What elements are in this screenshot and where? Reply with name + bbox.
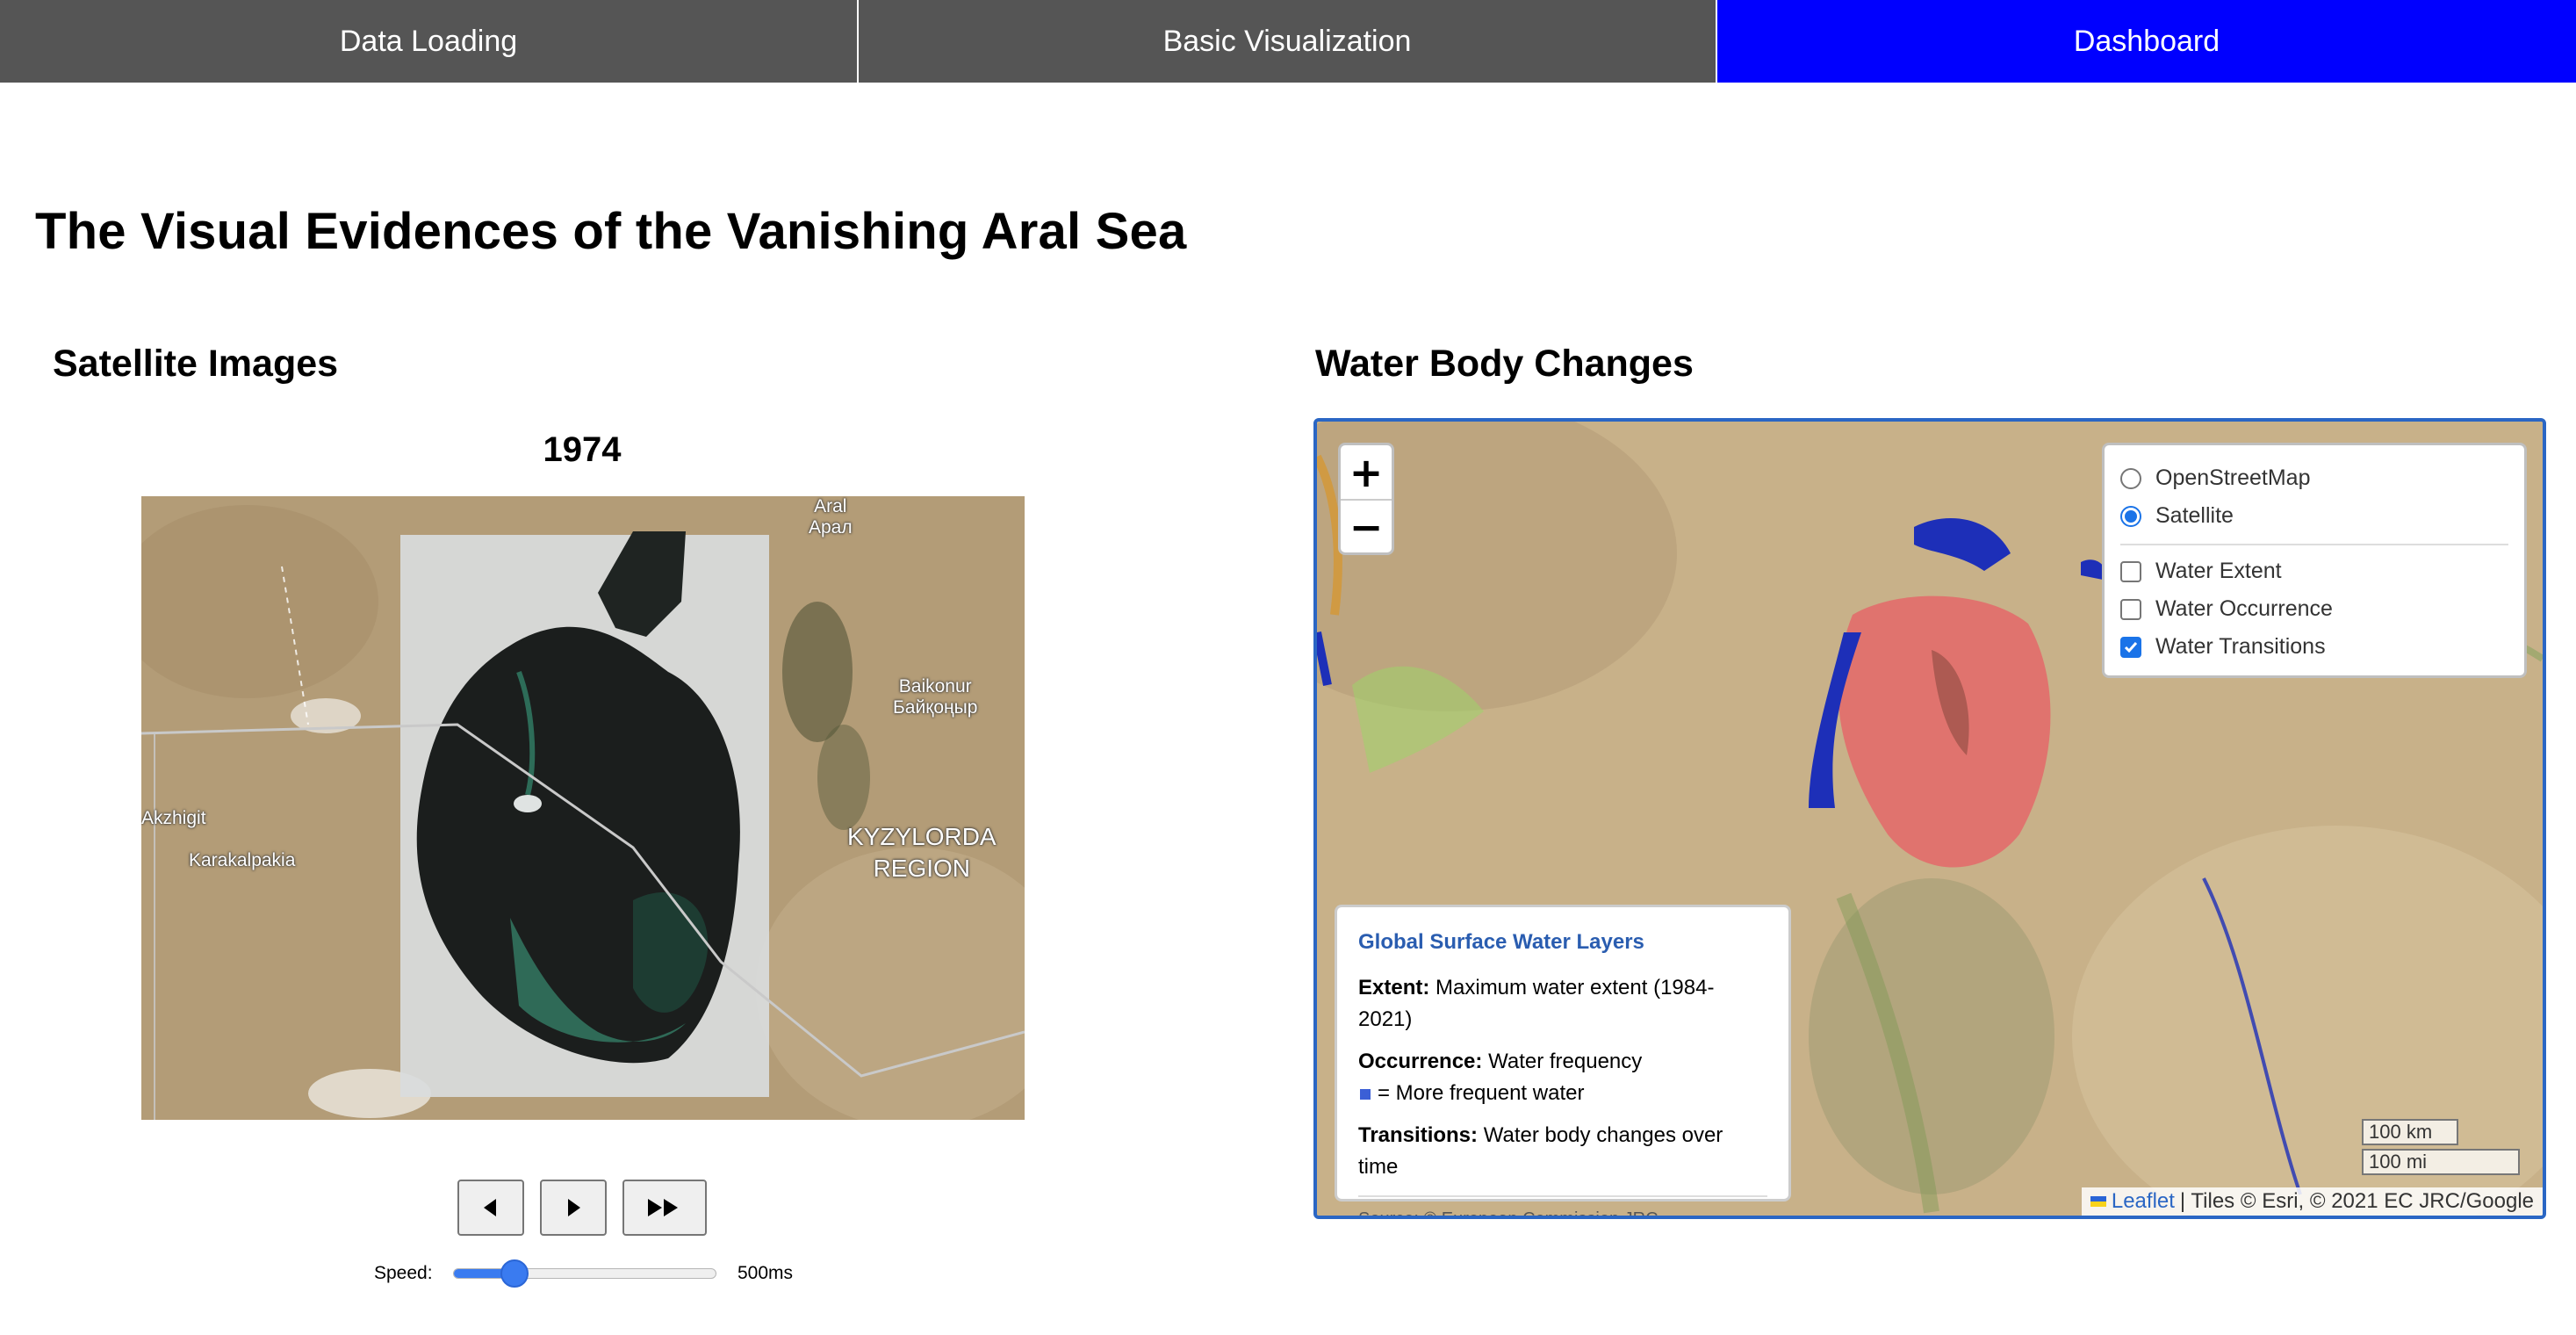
- page-title: The Visual Evidences of the Vanishing Ar…: [35, 203, 1187, 260]
- legend-title: Global Surface Water Layers: [1358, 930, 1644, 954]
- overlay-water-transitions[interactable]: Water Transitions: [2120, 628, 2508, 666]
- legend-occurrence-note: = More frequent water: [1358, 1078, 1767, 1109]
- overlay-water-extent[interactable]: Water Extent: [2120, 552, 2508, 590]
- checkmark-icon: [2124, 641, 2138, 653]
- label-aral: Aral Арал: [809, 496, 853, 538]
- base-layer-label: OpenStreetMap: [2155, 465, 2311, 490]
- radio-satellite[interactable]: [2120, 505, 2141, 527]
- satellite-images-heading: Satellite Images: [53, 343, 339, 385]
- blue-square-icon: [1360, 1089, 1371, 1100]
- map-attribution: Leaflet | Tiles © Esri, © 2021 EC JRC/Go…: [2081, 1187, 2543, 1216]
- zoom-in-button[interactable]: +: [1341, 445, 1392, 499]
- step-back-button[interactable]: [457, 1180, 524, 1236]
- legend-transitions: Transitions: Water body changes over tim…: [1358, 1123, 1723, 1179]
- checkbox-water-transitions[interactable]: [2120, 636, 2141, 658]
- speed-value: 500ms: [738, 1263, 794, 1283]
- play-icon: [568, 1199, 580, 1216]
- fast-forward-icon: [648, 1199, 678, 1216]
- checkbox-water-extent[interactable]: [2120, 560, 2141, 582]
- water-body-heading: Water Body Changes: [1315, 343, 1694, 385]
- zoom-control: + −: [1338, 443, 1394, 555]
- overlay-water-occurrence[interactable]: Water Occurrence: [2120, 590, 2508, 628]
- tab-basic-visualization[interactable]: Basic Visualization: [859, 0, 1717, 83]
- base-layer-label: Satellite: [2155, 503, 2234, 528]
- attribution-text: | Tiles © Esri, © 2021 EC JRC/Google: [2179, 1189, 2534, 1213]
- fast-forward-button[interactable]: [622, 1180, 707, 1236]
- zoom-out-button[interactable]: −: [1341, 499, 1392, 552]
- water-map[interactable]: + − OpenStreetMap Satellite Water Extent…: [1313, 418, 2546, 1219]
- legend-extent: Extent: Maximum water extent (1984-2021): [1358, 976, 1715, 1031]
- overlay-label: Water Extent: [2155, 559, 2282, 583]
- top-nav: Data Loading Basic Visualization Dashboa…: [0, 0, 2576, 83]
- speed-slider-thumb[interactable]: [500, 1259, 529, 1288]
- ukraine-flag-icon: [2090, 1196, 2106, 1207]
- radio-openstreetmap[interactable]: [2120, 467, 2141, 489]
- overlay-label: Water Transitions: [2155, 634, 2326, 659]
- satellite-image-graphic: [141, 496, 1025, 1120]
- speed-label: Speed:: [374, 1263, 433, 1283]
- scale-mi: 100 mi: [2362, 1149, 2520, 1175]
- label-karakalpakia: Karakalpakia: [189, 850, 296, 870]
- base-layer-satellite[interactable]: Satellite: [2120, 497, 2508, 535]
- layer-divider: [2120, 544, 2508, 545]
- satellite-image: Aral Арал Baikonur Байқоңыр Akzhigit Kar…: [141, 496, 1025, 1120]
- map-legend: Global Surface Water Layers Extent: Maxi…: [1335, 905, 1791, 1216]
- label-baikonur: Baikonur Байқоңыр: [893, 676, 978, 718]
- tab-dashboard[interactable]: Dashboard: [1717, 0, 2576, 83]
- leaflet-link[interactable]: Leaflet: [2112, 1189, 2175, 1214]
- layer-control: OpenStreetMap Satellite Water Extent Wat…: [2102, 443, 2527, 678]
- tab-data-loading[interactable]: Data Loading: [0, 0, 859, 83]
- checkbox-water-occurrence[interactable]: [2120, 598, 2141, 620]
- overlay-label: Water Occurrence: [2155, 596, 2333, 621]
- label-kyzylorda-region: KYZYLORDA REGION: [847, 823, 997, 882]
- play-button[interactable]: [540, 1180, 607, 1236]
- legend-occurrence: Occurrence: Water frequency: [1358, 1050, 1643, 1073]
- year-label: 1974: [543, 430, 622, 469]
- label-akzhigit: Akzhigit: [141, 808, 206, 828]
- legend-divider: [1358, 1195, 1767, 1197]
- legend-source: Source: © European Commission JRC: [1358, 1209, 1659, 1219]
- scale-km: 100 km: [2362, 1119, 2458, 1145]
- base-layer-openstreetmap[interactable]: OpenStreetMap: [2120, 459, 2508, 497]
- step-back-icon: [484, 1199, 496, 1216]
- speed-slider[interactable]: [453, 1259, 716, 1288]
